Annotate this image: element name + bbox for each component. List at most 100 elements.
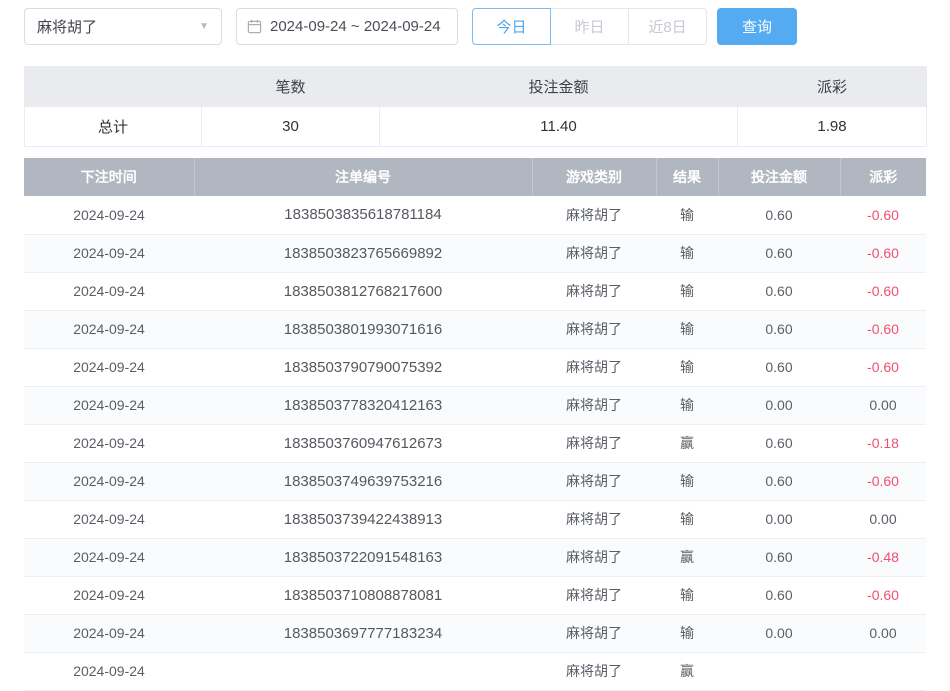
bet-time-cell: 2024-09-24 (24, 576, 194, 614)
search-button[interactable]: 查询 (717, 8, 797, 45)
summary-header-bet-amount: 投注金额 (380, 67, 738, 107)
header-payout: 派彩 (840, 158, 926, 196)
bet-time-cell: 2024-09-24 (24, 462, 194, 500)
game-select-value: 麻将胡了 (37, 16, 97, 37)
game-type-cell: 麻将胡了 (532, 196, 656, 234)
bet-id-cell: 1838503749639753216 (194, 462, 532, 500)
payout-cell (840, 652, 926, 690)
bet-id-cell (194, 652, 532, 690)
game-type-cell: 麻将胡了 (532, 500, 656, 538)
bet-id-cell: 1838503801993071616 (194, 310, 532, 348)
bet-time-cell: 2024-09-24 (24, 272, 194, 310)
bet-amount-cell: 0.60 (718, 462, 840, 500)
result-cell: 赢 (656, 538, 718, 576)
result-cell: 输 (656, 196, 718, 234)
result-cell: 输 (656, 500, 718, 538)
payout-cell: -0.60 (840, 348, 926, 386)
game-select[interactable]: 麻将胡了 ▼ (24, 8, 222, 45)
payout-cell: 0.00 (840, 614, 926, 652)
game-type-cell: 麻将胡了 (532, 272, 656, 310)
table-row: 2024-09-241838503801993071616麻将胡了输0.60-0… (24, 310, 926, 348)
game-type-cell: 麻将胡了 (532, 576, 656, 614)
game-type-cell: 麻将胡了 (532, 652, 656, 690)
game-type-cell: 麻将胡了 (532, 538, 656, 576)
bet-time-cell: 2024-09-24 (24, 348, 194, 386)
bet-id-cell: 1838503739422438913 (194, 500, 532, 538)
bet-time-cell: 2024-09-24 (24, 614, 194, 652)
last-8-days-button[interactable]: 近8日 (628, 8, 707, 45)
bet-id-cell: 1838503710808878081 (194, 576, 532, 614)
summary-header-count: 笔数 (202, 67, 380, 107)
bet-id-cell: 1838503778320412163 (194, 386, 532, 424)
bet-time-cell: 2024-09-24 (24, 386, 194, 424)
result-cell: 赢 (656, 424, 718, 462)
bet-amount-cell: 0.60 (718, 348, 840, 386)
summary-total-count: 30 (202, 107, 380, 147)
bet-time-cell: 2024-09-24 (24, 310, 194, 348)
result-cell: 输 (656, 614, 718, 652)
result-cell: 输 (656, 386, 718, 424)
bet-amount-cell: 0.60 (718, 310, 840, 348)
bet-time-cell: 2024-09-24 (24, 196, 194, 234)
bet-id-cell: 1838503812768217600 (194, 272, 532, 310)
summary-header-blank (25, 67, 202, 107)
payout-cell: 0.00 (840, 386, 926, 424)
records-table: 下注时间 注单编号 游戏类别 结果 投注金额 派彩 2024-09-241838… (24, 158, 926, 691)
bet-time-cell: 2024-09-24 (24, 500, 194, 538)
table-row: 2024-09-24麻将胡了赢 (24, 652, 926, 690)
payout-cell: -0.60 (840, 310, 926, 348)
result-cell: 输 (656, 272, 718, 310)
bet-time-cell: 2024-09-24 (24, 538, 194, 576)
header-game-type: 游戏类别 (532, 158, 656, 196)
table-row: 2024-09-241838503812768217600麻将胡了输0.60-0… (24, 272, 926, 310)
bet-id-cell: 1838503697777183234 (194, 614, 532, 652)
table-row: 2024-09-241838503749639753216麻将胡了输0.60-0… (24, 462, 926, 500)
bet-time-cell: 2024-09-24 (24, 424, 194, 462)
bet-amount-cell (718, 652, 840, 690)
game-type-cell: 麻将胡了 (532, 234, 656, 272)
bet-id-cell: 1838503823765669892 (194, 234, 532, 272)
table-row: 2024-09-241838503697777183234麻将胡了输0.000.… (24, 614, 926, 652)
bet-id-cell: 1838503722091548163 (194, 538, 532, 576)
result-cell: 输 (656, 310, 718, 348)
bet-amount-cell: 0.60 (718, 576, 840, 614)
bet-amount-cell: 0.00 (718, 500, 840, 538)
table-row: 2024-09-241838503778320412163麻将胡了输0.000.… (24, 386, 926, 424)
result-cell: 输 (656, 348, 718, 386)
bet-amount-cell: 0.60 (718, 196, 840, 234)
date-range-input[interactable]: 2024-09-24 ~ 2024-09-24 (236, 8, 458, 45)
date-range-value: 2024-09-24 ~ 2024-09-24 (270, 18, 441, 35)
payout-cell: -0.60 (840, 576, 926, 614)
table-row: 2024-09-241838503835618781184麻将胡了输0.60-0… (24, 196, 926, 234)
table-row: 2024-09-241838503790790075392麻将胡了输0.60-0… (24, 348, 926, 386)
payout-cell: 0.00 (840, 500, 926, 538)
summary-table: 笔数 投注金额 派彩 总计 30 11.40 1.98 (24, 66, 927, 147)
bet-id-cell: 1838503835618781184 (194, 196, 532, 234)
payout-cell: -0.60 (840, 462, 926, 500)
table-row: 2024-09-241838503739422438913麻将胡了输0.000.… (24, 500, 926, 538)
bet-id-cell: 1838503790790075392 (194, 348, 532, 386)
table-row: 2024-09-241838503823765669892麻将胡了输0.60-0… (24, 234, 926, 272)
game-type-cell: 麻将胡了 (532, 424, 656, 462)
result-cell: 输 (656, 576, 718, 614)
bet-amount-cell: 0.00 (718, 614, 840, 652)
header-bet-amount: 投注金额 (718, 158, 840, 196)
payout-cell: -0.18 (840, 424, 926, 462)
quick-range-group: 今日 昨日 近8日 (472, 8, 707, 45)
result-cell: 输 (656, 462, 718, 500)
today-button[interactable]: 今日 (472, 8, 551, 45)
payout-cell: -0.48 (840, 538, 926, 576)
table-row: 2024-09-241838503760947612673麻将胡了赢0.60-0… (24, 424, 926, 462)
bet-amount-cell: 0.60 (718, 234, 840, 272)
yesterday-button[interactable]: 昨日 (550, 8, 629, 45)
summary-header-payout: 派彩 (738, 67, 927, 107)
summary-total-payout: 1.98 (738, 107, 927, 147)
bet-amount-cell: 0.60 (718, 272, 840, 310)
records-tbody: 2024-09-241838503835618781184麻将胡了输0.60-0… (24, 196, 926, 690)
game-type-cell: 麻将胡了 (532, 348, 656, 386)
chevron-down-icon: ▼ (199, 21, 209, 32)
game-type-cell: 麻将胡了 (532, 614, 656, 652)
summary-total-row: 总计 30 11.40 1.98 (25, 107, 927, 147)
summary-total-label: 总计 (25, 107, 202, 147)
bet-time-cell: 2024-09-24 (24, 652, 194, 690)
